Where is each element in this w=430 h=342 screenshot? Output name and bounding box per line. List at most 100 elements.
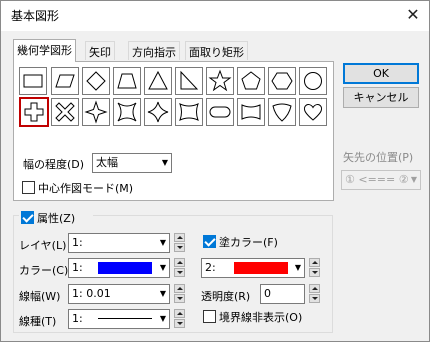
hexagon-icon xyxy=(271,72,293,90)
layer-select[interactable]: 1: ▼ xyxy=(68,233,170,253)
transparency-input[interactable]: 0 xyxy=(260,284,305,304)
spin-up-icon[interactable] xyxy=(174,309,185,318)
shape-rectangle[interactable] xyxy=(19,67,47,95)
color-swatch xyxy=(98,262,152,274)
triangle-icon xyxy=(148,70,168,90)
spin-down-icon[interactable] xyxy=(174,319,185,328)
transparency-value: 0 xyxy=(264,287,271,300)
dialog-title: 基本図形 xyxy=(11,9,60,23)
rectangle-icon xyxy=(23,74,43,88)
concave-diamond-icon xyxy=(147,101,169,123)
shape-four-point-star[interactable] xyxy=(82,98,110,126)
chevron-down-icon: ▼ xyxy=(159,238,166,247)
double-wave-icon xyxy=(241,104,261,120)
shape-shield[interactable] xyxy=(268,98,296,126)
shape-cross[interactable] xyxy=(19,97,49,127)
arrow-position-label: 矢先の位置(P) xyxy=(343,151,414,164)
shape-concave-rectangle[interactable] xyxy=(175,98,203,126)
color-spinner[interactable] xyxy=(174,258,185,277)
cancel-button[interactable]: キャンセル xyxy=(343,87,419,108)
shape-stadium[interactable] xyxy=(206,98,234,126)
ok-button[interactable]: OK xyxy=(343,63,419,84)
transparency-spinner[interactable] xyxy=(309,284,320,303)
layer-spinner[interactable] xyxy=(174,233,185,252)
spin-down-icon[interactable] xyxy=(174,268,185,277)
pentagon-icon xyxy=(241,71,261,90)
diamond-icon xyxy=(86,71,106,91)
chevron-down-icon: ▼ xyxy=(159,263,166,272)
concave-square-icon xyxy=(117,102,137,122)
shape-triangle[interactable] xyxy=(144,67,172,95)
line-width-spinner[interactable] xyxy=(174,284,185,303)
trapezoid-icon xyxy=(117,73,137,89)
shape-diamond[interactable] xyxy=(82,67,110,95)
fill-color-value: 2: xyxy=(205,261,216,274)
degree-label: 幅の程度(D) xyxy=(23,158,85,171)
center-mode-label: 中心作図モード(M) xyxy=(38,182,134,195)
spin-up-icon[interactable] xyxy=(309,284,320,293)
shape-right-triangle[interactable] xyxy=(175,67,203,95)
attribute-label: 属性(Z) xyxy=(37,212,76,225)
shape-double-wave[interactable] xyxy=(237,98,265,126)
tab-chamfer-rect[interactable]: 面取り矩形 xyxy=(185,41,248,60)
spin-up-icon[interactable] xyxy=(174,284,185,293)
fill-color-spinner[interactable] xyxy=(309,258,320,277)
shape-circle[interactable] xyxy=(299,67,327,95)
color-value: 1: xyxy=(72,261,83,274)
arrow-position-select: ① <=== ② ▼ xyxy=(341,170,421,190)
fill-color-label: 塗カラー(F) xyxy=(219,236,278,249)
concave-rectangle-icon xyxy=(179,103,199,121)
attribute-checkbox[interactable] xyxy=(21,211,34,224)
heart-icon xyxy=(303,104,323,121)
shape-trapezoid[interactable] xyxy=(113,67,141,95)
circle-icon xyxy=(304,72,322,90)
hide-border-checkbox[interactable] xyxy=(203,310,216,323)
tab-arrow[interactable]: 矢印 xyxy=(85,41,115,60)
spin-up-icon[interactable] xyxy=(309,258,320,267)
spin-up-icon[interactable] xyxy=(174,258,185,267)
chevron-down-icon: ▼ xyxy=(410,175,417,184)
layer-value: 1: xyxy=(72,236,83,249)
x-cross-icon xyxy=(55,102,75,122)
stadium-icon xyxy=(209,106,231,118)
hide-border-label: 境界線非表示(O) xyxy=(219,311,303,324)
spin-up-icon[interactable] xyxy=(174,233,185,242)
line-width-select[interactable]: 1: 0.01 ▼ xyxy=(68,284,170,304)
spin-down-icon[interactable] xyxy=(174,294,185,303)
shape-heart[interactable] xyxy=(299,98,327,126)
tab-geometric[interactable]: 幾何学図形 xyxy=(13,39,76,62)
chevron-down-icon: ▼ xyxy=(161,158,168,167)
right-triangle-icon xyxy=(180,70,199,90)
spin-down-icon[interactable] xyxy=(174,243,185,252)
title-bar xyxy=(1,1,429,31)
shape-concave-square[interactable] xyxy=(113,98,141,126)
parallelogram-icon xyxy=(55,74,75,88)
line-type-select[interactable]: 1: ▼ xyxy=(68,309,170,329)
fill-color-swatch xyxy=(234,262,288,274)
shape-pentagon[interactable] xyxy=(237,67,265,95)
line-type-value: 1: xyxy=(72,312,83,325)
tab-direction[interactable]: 方向指示 xyxy=(128,41,180,60)
cross-icon xyxy=(24,102,44,122)
transparency-label: 透明度(R) xyxy=(201,290,251,303)
spin-down-icon[interactable] xyxy=(309,268,320,277)
line-type-spinner[interactable] xyxy=(174,309,185,328)
center-mode-checkbox[interactable] xyxy=(22,181,35,194)
color-label: カラー(C) xyxy=(19,264,69,277)
line-type-label: 線種(T) xyxy=(19,315,57,328)
shape-parallelogram[interactable] xyxy=(51,67,79,95)
shape-hexagon[interactable] xyxy=(268,67,296,95)
line-width-value: 1: 0.01 xyxy=(72,287,111,300)
line-type-preview xyxy=(98,318,152,319)
degree-select[interactable]: 太幅 ▼ xyxy=(92,153,172,173)
spin-down-icon[interactable] xyxy=(309,294,320,303)
chevron-down-icon: ▼ xyxy=(159,314,166,323)
shape-x-cross[interactable] xyxy=(51,98,79,126)
shield-icon xyxy=(272,103,292,122)
close-icon[interactable]: ✕ xyxy=(399,4,427,28)
shape-concave-diamond[interactable] xyxy=(144,98,172,126)
fill-color-checkbox[interactable] xyxy=(203,235,216,248)
shape-star[interactable] xyxy=(206,67,234,95)
arrow-position-value: ① <=== ② xyxy=(345,173,409,186)
four-point-star-icon xyxy=(84,100,108,124)
